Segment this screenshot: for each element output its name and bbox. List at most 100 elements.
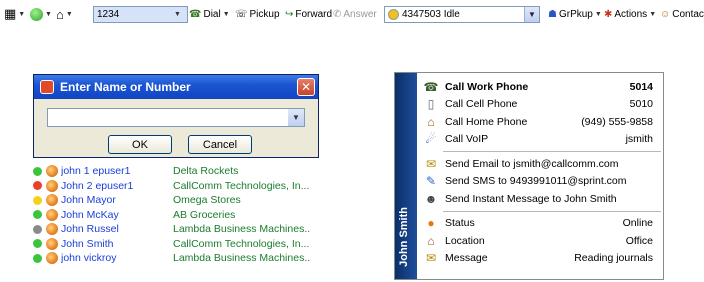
menu-item-label: Call VoIP (445, 133, 489, 145)
menu-item-value: Reading journals (574, 252, 653, 264)
ok-button[interactable]: OK (108, 135, 172, 154)
forward-button[interactable]: ↪ Forward (285, 4, 332, 24)
menu-item-send-email-to-jsmith-callcomm-com[interactable]: ✉ Send Email to jsmith@callcomm.com (417, 155, 663, 172)
contact-avatar-icon (46, 237, 58, 250)
grpkup-label: GrPkup (558, 8, 593, 20)
menu-item-value: Online (622, 217, 653, 229)
menu-item-value: 5014 (629, 80, 653, 93)
forward-icon: ↪ (285, 8, 294, 20)
location-icon: ⌂ (427, 233, 435, 248)
contact-row[interactable]: John 2 epuser1 CallComm Technologies, In.… (33, 179, 323, 194)
menu-item-call-cell-phone[interactable]: ▯ Call Cell Phone 5010 (417, 96, 663, 113)
cancel-button[interactable]: Cancel (188, 135, 252, 154)
contact-company: Lambda Business Machines... (173, 252, 311, 265)
cell-phone-icon: ▯ (427, 97, 435, 111)
menu-item-message[interactable]: ✉ Message Reading journals (417, 250, 663, 267)
message-icon: ✉ (425, 251, 437, 265)
menu-item-label: Status (445, 217, 475, 229)
contact-name: John Mayor (61, 194, 116, 207)
grpkup-button[interactable]: ☗ GrPkup ▼ (548, 4, 602, 24)
menu-item-value: jsmith (625, 133, 653, 145)
presence-status-icon (33, 224, 42, 234)
presence-button[interactable]: ▼ (30, 4, 52, 24)
contact-avatar-icon (46, 165, 58, 178)
phone-app-icon (40, 80, 54, 94)
answer-button[interactable]: ✆ Answer (333, 4, 377, 24)
contact-name: john vickroy (61, 252, 117, 265)
menu-item-send-sms-to-9493991011-sprint-com[interactable]: ✎ Send SMS to 9493991011@sprint.com (417, 173, 663, 190)
menu-item-label: Send SMS to 9493991011@sprint.com (445, 175, 627, 187)
sms-icon: ✎ (425, 174, 437, 188)
menu-item-status[interactable]: ● Status Online (417, 215, 663, 232)
actions-button[interactable]: ✱ Actions ▼ (604, 4, 656, 24)
dial-button[interactable]: ☎ Dial ▼ (189, 4, 230, 24)
group-pickup-icon: ☗ (548, 8, 557, 20)
presence-status-icon (33, 181, 42, 191)
pickup-label: Pickup (249, 8, 280, 20)
menu-item-label: Send Email to jsmith@callcomm.com (445, 157, 619, 170)
voip-icon: ☄ (425, 132, 437, 146)
menu-item-value: 5010 (629, 98, 653, 110)
chevron-down-icon: ▼ (174, 10, 181, 18)
contact-name: John McKay (61, 208, 119, 221)
presence-green-icon (30, 7, 43, 21)
menu-button[interactable]: ▦ ▼ (4, 4, 25, 24)
enter-name-dialog: Enter Name or Number ✕ ▼ OK Cancel (33, 74, 319, 158)
call-toolbar: ▦ ▼ ▼ ⌂ ▼ 1234 ▼ ☎ Dial ▼ ☏ Pickup ↪ Forwa… (0, 0, 704, 28)
contact-row[interactable]: John McKay AB Groceries (33, 208, 323, 223)
contact-name: John 2 epuser1 (61, 179, 134, 192)
dialog-titlebar[interactable]: Enter Name or Number (34, 75, 318, 99)
home-icon: ⌂ (56, 6, 64, 22)
contact-avatar-icon (46, 194, 58, 207)
presence-status-icon (33, 166, 42, 176)
contact-row[interactable]: john vickroy Lambda Business Machines... (33, 251, 323, 266)
name-number-dropdown[interactable]: ▼ (288, 109, 304, 126)
line-status-combo[interactable]: 4347503 Idle ▼ (384, 6, 540, 23)
status-icon: ● (427, 216, 435, 230)
instant-message-icon: ☻ (424, 191, 438, 206)
pickup-button[interactable]: ☏ Pickup (235, 4, 280, 24)
contact-company: Omega Stores (173, 194, 241, 207)
menu-item-location[interactable]: ⌂ Location Office (417, 232, 663, 249)
home-button[interactable]: ⌂ ▼ (56, 4, 73, 24)
contact-company: CallComm Technologies, In... (173, 179, 310, 192)
forward-label: Forward (295, 8, 333, 20)
menu-item-label: Call Work Phone (445, 80, 529, 93)
name-number-input[interactable]: ▼ (47, 108, 305, 127)
menu-item-call-home-phone[interactable]: ⌂ Call Home Phone (949) 555-9858 (417, 113, 663, 130)
menu-item-value: Office (625, 234, 653, 247)
menu-icon: ▦ (4, 6, 17, 21)
actions-label: Actions (614, 8, 648, 20)
menu-separator (443, 210, 661, 212)
menu-item-label: Call Cell Phone (445, 98, 518, 110)
menu-item-call-voip[interactable]: ☄ Call VoIP jsmith (417, 131, 663, 148)
chevron-down-icon: ▼ (649, 10, 657, 18)
chevron-down-icon: ▼ (222, 10, 230, 18)
dial-pad-icon: ☎ (189, 8, 202, 20)
menu-item-label: Call Home Phone (445, 115, 528, 128)
contact-row[interactable]: john 1 epuser1 Delta Rockets (33, 164, 323, 179)
contact-avatar-icon (46, 223, 58, 236)
close-button[interactable]: ✕ (297, 78, 315, 96)
contact-row[interactable]: John Smith CallComm Technologies, In... (33, 237, 323, 252)
contacts-icon: ☺ (660, 8, 671, 20)
line-status-dropdown[interactable]: ▼ (524, 7, 539, 22)
contact-avatar-icon (46, 252, 58, 265)
contact-row[interactable]: John Russel Lambda Business Machines... (33, 222, 323, 237)
menu-item-call-work-phone[interactable]: ☎ Call Work Phone 5014 (417, 78, 663, 95)
line-status-value: 4347503 Idle (385, 7, 524, 22)
menu-separator (443, 151, 661, 152)
email-icon: ✉ (425, 156, 437, 171)
contact-action-menu: John Smith ☎ Call Work Phone 5014 ▯ Call Cel… (394, 72, 664, 280)
chevron-down-icon: ▼ (528, 10, 536, 19)
pickup-icon: ☏ (235, 8, 248, 20)
presence-status-icon (33, 195, 42, 205)
sidebar-contact-name: John Smith (398, 207, 410, 267)
line-status-text: 4347503 Idle (402, 9, 460, 20)
contact-row[interactable]: John Mayor Omega Stores (33, 193, 323, 208)
contacts-button[interactable]: ☺ Contacts (660, 4, 704, 24)
dial-label: Dial (203, 8, 221, 20)
phone-combo-dropdown[interactable]: ▼ (174, 4, 181, 24)
line-idle-icon (388, 9, 399, 20)
menu-item-send-instant-message-to-john-smith[interactable]: ☻ Send Instant Message to John Smith (417, 190, 663, 207)
